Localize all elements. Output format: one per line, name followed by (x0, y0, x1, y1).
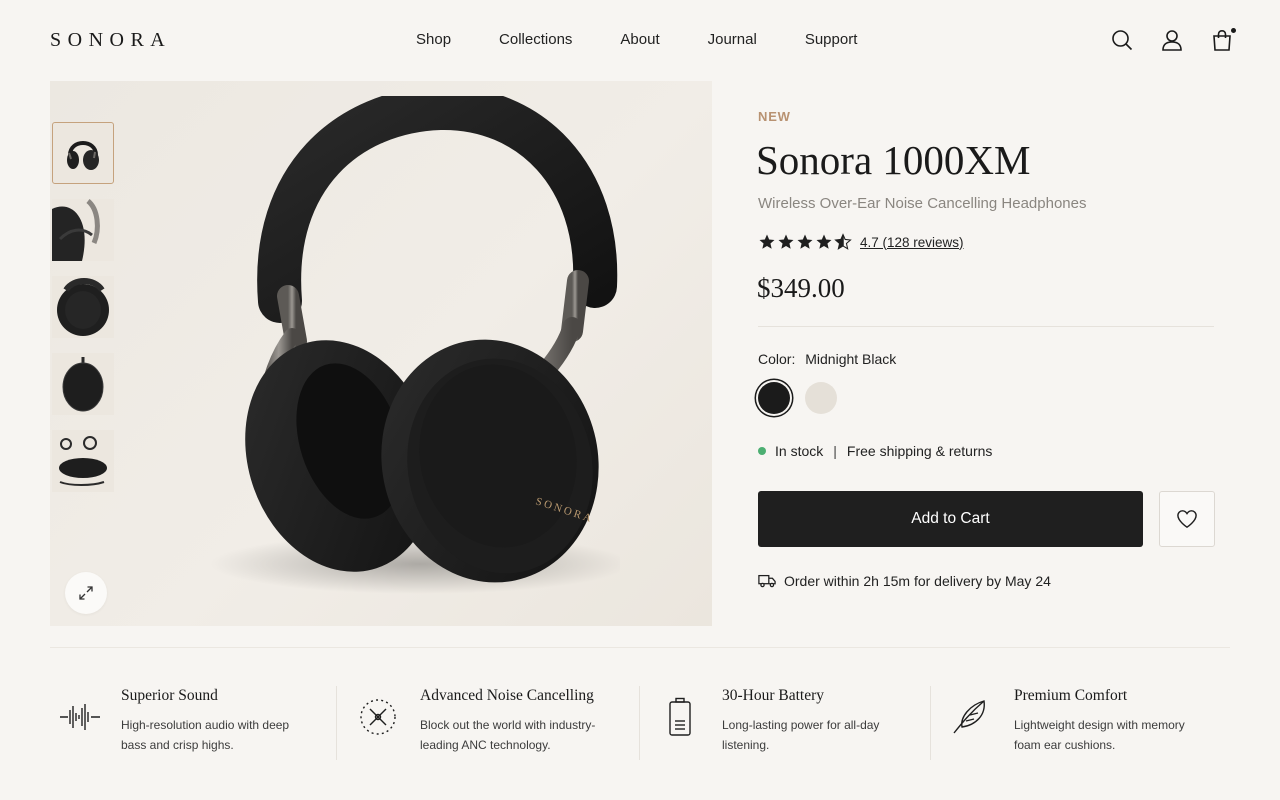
heart-icon (1177, 510, 1197, 529)
nav-journal[interactable]: Journal (708, 31, 757, 48)
delivery-info: Order within 2h 15m for delivery by May … (758, 573, 1051, 589)
feature-desc-line1: Lightweight design with memory (1014, 718, 1185, 732)
reviews-link[interactable]: 4.7 (128 reviews) (860, 235, 964, 250)
nav-collections[interactable]: Collections (499, 31, 572, 48)
header-actions (1110, 26, 1236, 54)
expand-icon (79, 586, 93, 600)
swatch-cream[interactable] (805, 382, 837, 414)
search-icon[interactable] (1110, 26, 1134, 54)
thumbnail-accessories[interactable] (52, 430, 114, 492)
feature-premium-comfort: Premium Comfort Lightweight design with … (946, 687, 1185, 755)
main-nav: Shop Collections About Journal Support (416, 31, 905, 48)
nav-about[interactable]: About (620, 31, 659, 48)
in-stock-dot (758, 447, 766, 455)
product-gallery: SONORA (50, 81, 712, 626)
half-star-icon (834, 233, 852, 250)
feature-desc-line1: Long-lasting power for all-day (722, 718, 880, 732)
rating-stars (758, 233, 852, 251)
star-icon (759, 234, 775, 249)
cart-badge-dot (1231, 28, 1236, 33)
color-selector-label: Color: Midnight Black (758, 351, 896, 367)
features-divider (50, 647, 1230, 648)
feather-icon (946, 695, 990, 739)
feature-separator (930, 686, 931, 760)
add-to-cart-button[interactable]: Add to Cart (758, 491, 1143, 547)
color-swatches (757, 382, 837, 414)
feature-separator (639, 686, 640, 760)
product-title: Sonora 1000XM (756, 137, 1031, 183)
separator: | (833, 443, 837, 459)
battery-icon (658, 695, 702, 739)
availability: In stock | Free shipping & returns (758, 443, 992, 459)
nav-support[interactable]: Support (805, 31, 858, 48)
feature-desc-line1: Block out the world with industry- (420, 718, 596, 732)
new-badge: NEW (758, 109, 791, 124)
product-subtitle: Wireless Over-Ear Noise Cancelling Headp… (758, 195, 1087, 212)
thumbnail-carrying-case[interactable] (52, 353, 114, 415)
star-icon (797, 234, 813, 249)
noise-cancel-icon (356, 695, 400, 739)
delivery-text: Order within 2h 15m for delivery by May … (784, 573, 1051, 589)
feature-title: Premium Comfort (1014, 687, 1128, 704)
brand-logo[interactable]: SONORA (50, 29, 171, 52)
swatch-midnight-black[interactable] (758, 382, 790, 414)
color-label: Color: (758, 351, 796, 367)
truck-icon (758, 574, 776, 588)
feature-title: 30-Hour Battery (722, 687, 825, 704)
feature-title: Superior Sound (121, 687, 218, 704)
color-value: Midnight Black (805, 351, 897, 367)
thumbnail-headphones-folded[interactable] (52, 276, 114, 338)
star-icon (816, 234, 832, 249)
feature-superior-sound: Superior Sound High-resolution audio wit… (58, 687, 289, 755)
user-icon[interactable] (1160, 26, 1184, 54)
expand-image-button[interactable] (65, 572, 107, 614)
feature-desc-line1: High-resolution audio with deep (121, 718, 290, 732)
stock-status: In stock (775, 443, 824, 459)
feature-noise-cancelling: Advanced Noise Cancelling Block out the … (356, 687, 595, 755)
waveform-icon (58, 695, 102, 739)
wishlist-button[interactable] (1159, 491, 1215, 547)
product-price: $349.00 (757, 273, 845, 303)
thumbnail-list (52, 122, 114, 492)
feature-separator (336, 686, 337, 760)
product-hero-image: SONORA (210, 96, 620, 594)
feature-title: Advanced Noise Cancelling (420, 687, 594, 704)
thumbnail-headphones-front[interactable] (52, 122, 114, 184)
nav-shop[interactable]: Shop (416, 31, 451, 48)
thumbnail-headphones-detail[interactable] (52, 199, 114, 261)
feature-desc-line2: foam ear cushions. (1014, 738, 1116, 752)
shipping-info: Free shipping & returns (846, 443, 993, 459)
feature-desc-line2: leading ANC technology. (420, 738, 551, 752)
star-icon (778, 234, 794, 249)
divider (758, 326, 1214, 327)
product-rating: 4.7 (128 reviews) (758, 233, 964, 251)
feature-desc-line2: listening. (722, 738, 770, 752)
cart-icon[interactable] (1210, 26, 1236, 54)
feature-desc-line2: bass and crisp highs. (121, 738, 234, 752)
feature-battery: 30-Hour Battery Long-lasting power for a… (658, 687, 879, 755)
